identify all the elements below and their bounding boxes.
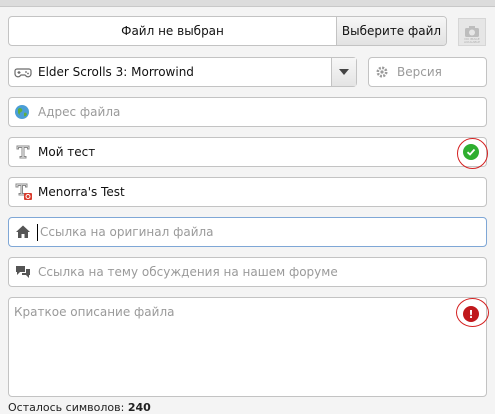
- text-cursor: [37, 224, 38, 241]
- version-placeholder: Версия: [397, 65, 442, 79]
- forum-url-field[interactable]: Ссылка на тему обсуждения на нашем форум…: [8, 257, 487, 287]
- choose-file-button[interactable]: Выберите файл: [336, 17, 446, 45]
- char-counter-value: 240: [127, 401, 151, 414]
- text-translate-icon: [15, 183, 32, 200]
- title-ru-field[interactable]: Мой тест: [8, 137, 487, 167]
- forum-url-placeholder: Ссылка на тему обсуждения на нашем форум…: [38, 265, 338, 279]
- file-picker[interactable]: Файл не выбран Выберите файл: [8, 16, 447, 46]
- original-url-placeholder: Ссылка на оригинал файла: [40, 225, 214, 239]
- file-url-field[interactable]: Адрес файла: [8, 97, 487, 127]
- game-select[interactable]: Elder Scrolls 3: Morrowind: [8, 57, 357, 87]
- file-url-placeholder: Адрес файла: [38, 105, 121, 119]
- description-placeholder: Краткое описание файла: [14, 305, 175, 319]
- status-highlight-ring: [457, 138, 488, 169]
- error-highlight-ring: [456, 298, 489, 327]
- chevron-down-icon: [339, 69, 349, 75]
- title-en-field[interactable]: Menorra's Test: [8, 177, 487, 207]
- title-ru-value: Мой тест: [38, 145, 96, 159]
- home-icon: [16, 225, 30, 238]
- original-url-field[interactable]: Ссылка на оригинал файла: [8, 217, 487, 247]
- no-image-thumbnail: NO IMAGE AVAILABLE: [458, 18, 486, 46]
- gear-icon: [376, 66, 388, 78]
- char-counter: Осталось символов: 240: [8, 401, 151, 414]
- globe-icon: [15, 105, 29, 119]
- game-select-toggle[interactable]: [331, 58, 356, 86]
- char-counter-label: Осталось символов:: [8, 401, 125, 414]
- chat-icon: [16, 266, 30, 278]
- no-image-label: NO IMAGE AVAILABLE: [463, 38, 481, 44]
- top-divider: [0, 0, 495, 7]
- text-icon: [16, 145, 30, 159]
- gamepad-icon: [14, 68, 32, 78]
- description-textarea[interactable]: Краткое описание файла !: [8, 297, 487, 397]
- version-field[interactable]: Версия: [368, 57, 487, 87]
- file-status-label: Файл не выбран: [121, 24, 224, 38]
- title-en-value: Menorra's Test: [38, 185, 125, 199]
- game-select-value: Elder Scrolls 3: Morrowind: [38, 65, 194, 79]
